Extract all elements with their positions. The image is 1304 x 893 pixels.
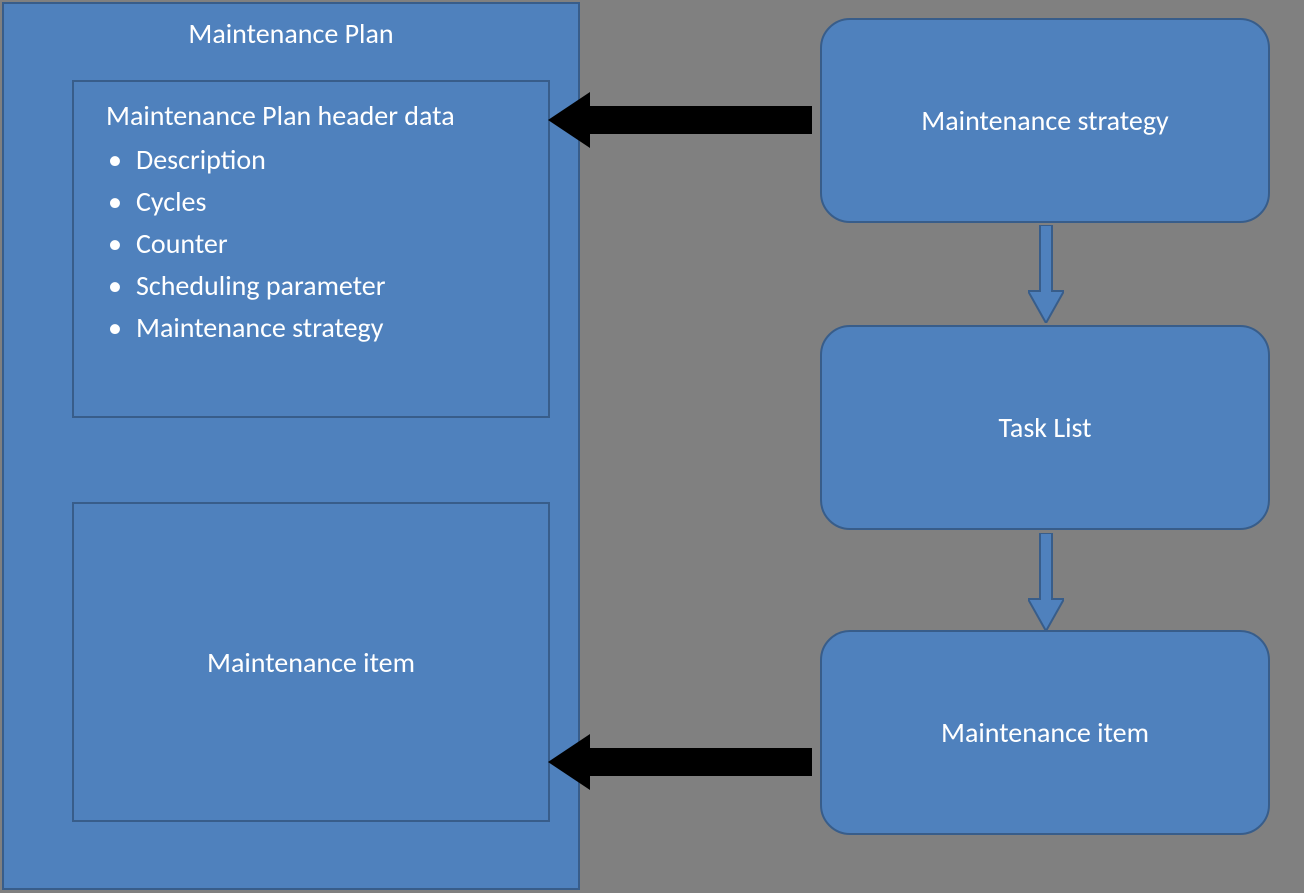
maintenance-item-inner-title: Maintenance item <box>207 645 415 680</box>
task-list-box: Task List <box>820 325 1270 530</box>
arrow-strategy-to-task-icon <box>1028 225 1064 323</box>
header-data-box: Maintenance Plan header data Description… <box>72 80 550 418</box>
header-data-item: Cycles <box>104 181 528 223</box>
header-data-item: Maintenance strategy <box>104 307 528 349</box>
header-data-item: Counter <box>104 223 528 265</box>
maintenance-item-inner-box: Maintenance item <box>72 502 550 822</box>
arrow-task-to-item-icon <box>1028 533 1064 631</box>
maintenance-item-label: Maintenance item <box>941 715 1149 750</box>
header-data-item: Scheduling parameter <box>104 265 528 307</box>
maintenance-strategy-box: Maintenance strategy <box>820 18 1270 223</box>
maintenance-item-box: Maintenance item <box>820 630 1270 835</box>
maintenance-plan-title: Maintenance Plan <box>4 4 578 51</box>
maintenance-plan-container: Maintenance Plan Maintenance Plan header… <box>2 2 580 890</box>
header-data-list: Description Cycles Counter Scheduling pa… <box>94 139 528 349</box>
maintenance-strategy-label: Maintenance strategy <box>921 103 1168 138</box>
task-list-label: Task List <box>998 410 1091 445</box>
header-data-title: Maintenance Plan header data <box>94 98 528 133</box>
header-data-item: Description <box>104 139 528 181</box>
